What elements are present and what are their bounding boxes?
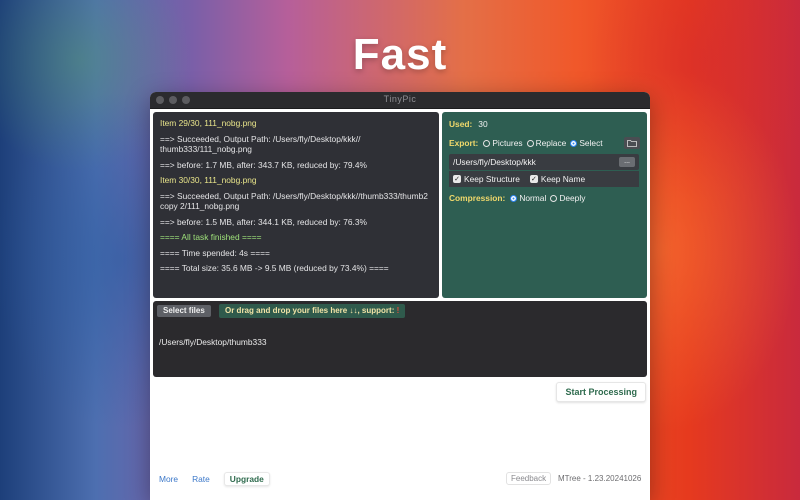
compression-normal-label[interactable]: Normal (519, 193, 546, 203)
keep-options: ✓ Keep Structure ✓ Keep Name (449, 171, 639, 187)
keep-name-label[interactable]: Keep Name (541, 174, 585, 184)
export-select-radio[interactable] (570, 139, 578, 147)
open-folder-button[interactable] (624, 137, 640, 149)
export-select-label[interactable]: Select (579, 138, 602, 148)
export-row: Export: Pictures Replace Select (449, 137, 640, 149)
output-path-field[interactable]: /Users/fly/Desktop/kkk ... (449, 154, 639, 170)
export-replace-label[interactable]: Replace (536, 138, 567, 148)
export-replace-radio[interactable] (526, 139, 534, 147)
start-processing-button[interactable]: Start Processing (556, 382, 646, 402)
compression-deeply-radio[interactable] (550, 194, 558, 202)
keep-structure-label[interactable]: Keep Structure (464, 174, 520, 184)
drop-zone[interactable]: Select files Or drag and drop your files… (153, 301, 647, 377)
output-path-text: /Users/fly/Desktop/kkk (453, 157, 536, 167)
folder-icon (627, 140, 637, 147)
log-panel: Item 29/30, 111_nobg.png ==> Succeeded, … (153, 112, 439, 298)
browse-path-button[interactable]: ... (619, 157, 635, 167)
version-label: MTree - 1.23.20241026 (558, 474, 642, 483)
used-label: Used: (449, 119, 473, 129)
more-link[interactable]: More (159, 474, 178, 484)
export-label: Export: (449, 138, 479, 148)
selected-path: /Users/fly/Desktop/thumb333 (159, 337, 267, 347)
log-line: ==== Time spended: 4s ==== (160, 247, 270, 258)
settings-panel: Used: 30 Export: Pictures Replace Select… (442, 112, 647, 298)
app-window: TinyPic Item 29/30, 111_nobg.png ==> Suc… (150, 92, 650, 500)
drop-hint-text: Or drag and drop your files here ↓↓, sup… (225, 306, 397, 315)
log-line: Item 30/30, 111_nobg.png (160, 175, 257, 185)
used-row: Used: 30 (449, 119, 640, 129)
log-line: ==> before: 1.5 MB, after: 344.1 KB, red… (160, 216, 367, 227)
export-pictures-label[interactable]: Pictures (492, 138, 522, 148)
compression-normal-radio[interactable] (510, 194, 518, 202)
select-files-button[interactable]: Select files (157, 305, 211, 317)
window-title: TinyPic (383, 94, 417, 104)
rate-link[interactable]: Rate (192, 474, 210, 484)
compression-label: Compression: (449, 193, 506, 203)
export-pictures-radio[interactable] (483, 139, 491, 147)
log-line: ==> Succeeded, Output Path: /Users/fly/D… (160, 133, 361, 155)
feedback-button[interactable]: Feedback (506, 472, 552, 485)
compression-deeply-label[interactable]: Deeply (559, 193, 585, 203)
footer-links: More Rate Upgrade (159, 472, 270, 486)
log-line: ==> Succeeded, Output Path: /Users/fly/D… (160, 190, 428, 212)
keep-name-checkbox[interactable]: ✓ (529, 175, 538, 183)
info-icon[interactable]: ! (397, 306, 400, 315)
keep-structure-checkbox[interactable]: ✓ (453, 175, 461, 183)
log-line: Item 29/30, 111_nobg.png (160, 118, 257, 128)
hero-title: Fast (352, 30, 448, 79)
log-line: ==== Total size: 35.6 MB -> 9.5 MB (redu… (160, 263, 389, 273)
used-count: 30 (478, 119, 488, 129)
title-bar: TinyPic (150, 92, 650, 109)
upgrade-button[interactable]: Upgrade (223, 472, 270, 486)
log-line: ==> before: 1.7 MB, after: 343.7 KB, red… (160, 159, 367, 170)
compression-row: Compression: Normal Deeply (449, 193, 640, 203)
drop-hint: Or drag and drop your files here ↓↓, sup… (219, 304, 406, 318)
log-line: ==== All task finished ==== (160, 232, 262, 242)
